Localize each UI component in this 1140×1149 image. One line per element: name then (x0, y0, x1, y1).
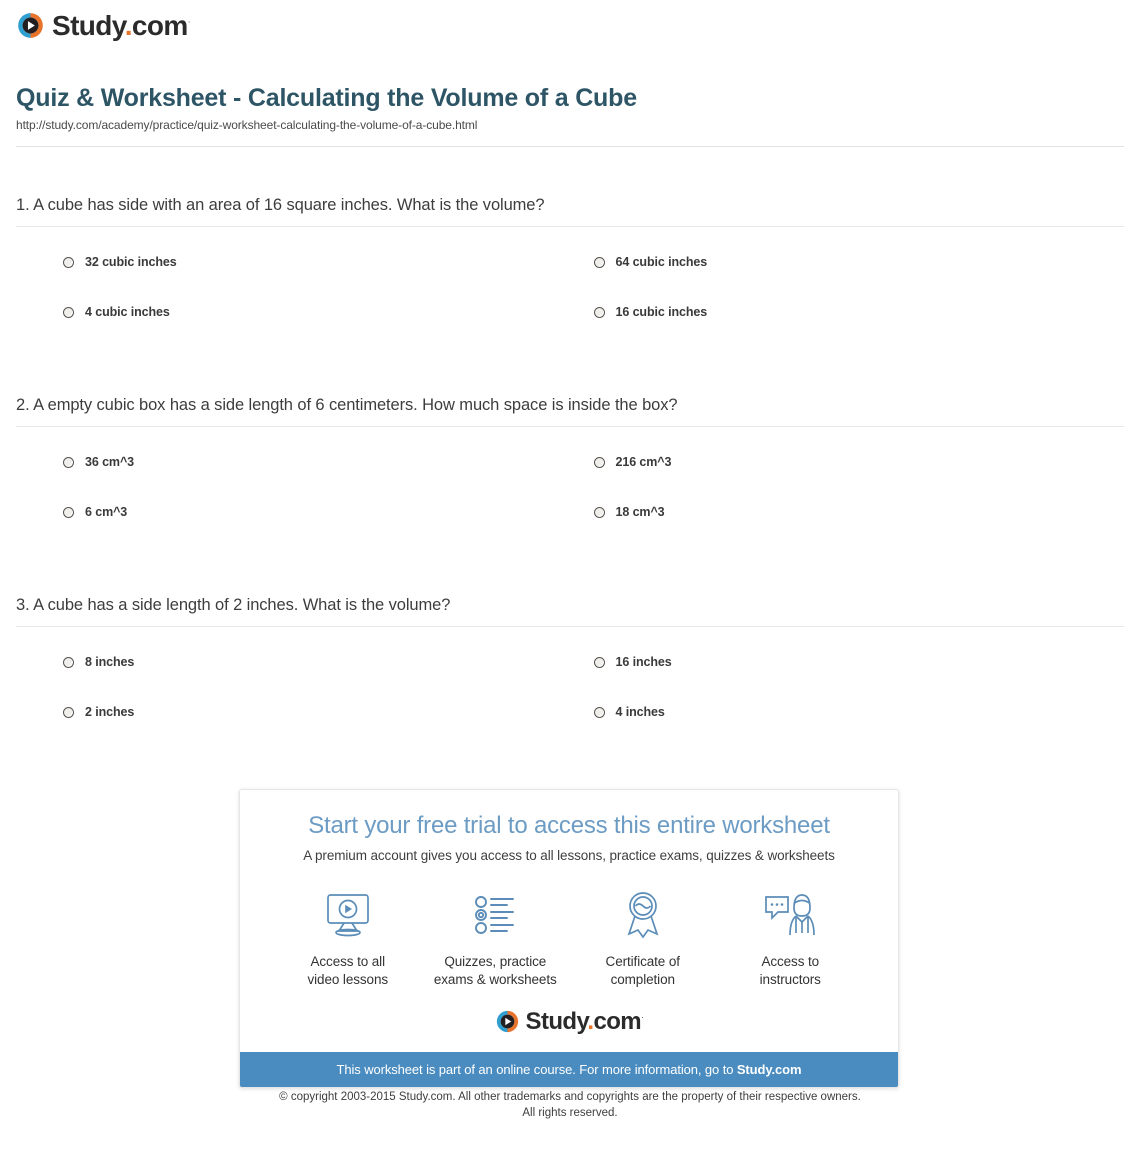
promo-feature: Access to instructors (717, 887, 865, 989)
answer-options: 36 cm^3 216 cm^3 6 cm^3 18 cm^3 (16, 427, 1124, 519)
radio-button-icon[interactable] (593, 306, 605, 318)
radio-button-icon[interactable] (593, 456, 605, 468)
question-block-2: 2. A empty cubic box has a side length o… (16, 396, 1124, 519)
page-url: http://study.com/academy/practice/quiz-w… (16, 118, 478, 132)
answer-option-label: 64 cubic inches (615, 255, 708, 269)
answer-option-label: 16 inches (615, 655, 672, 669)
checklist-icon (422, 887, 570, 943)
header-divider (16, 146, 1124, 147)
answer-option[interactable]: 36 cm^3 (63, 455, 594, 469)
feature-label-line2: instructors (759, 972, 821, 988)
answer-option[interactable]: 2 inches (63, 705, 594, 719)
promo-feature-label: Access to all video lessons (274, 953, 422, 989)
page-title: Quiz & Worksheet - Calculating the Volum… (16, 84, 637, 112)
radio-button-icon[interactable] (63, 456, 74, 468)
answer-option-label: 18 cm^3 (615, 505, 665, 519)
radio-button-icon[interactable] (63, 706, 74, 718)
radio-button-icon[interactable] (63, 256, 74, 268)
feature-label-line1: Access to all (310, 954, 386, 969)
promo-bar-text: This worksheet is part of an online cour… (336, 1062, 737, 1078)
answer-option-label: 36 cm^3 (85, 455, 134, 469)
answer-option[interactable]: 16 inches (593, 655, 1125, 669)
promo-feature-label: Certificate of completion (569, 953, 717, 989)
promo-headline: Start your free trial to access this ent… (308, 812, 830, 839)
answer-option-label: 8 inches (85, 655, 135, 669)
feature-label-line2: exams & worksheets (433, 972, 557, 988)
answer-options: 32 cubic inches 64 cubic inches 4 cubic … (16, 227, 1124, 319)
free-trial-promo-card: Start your free trial to access this ent… (239, 789, 899, 1089)
answer-option[interactable]: 4 cubic inches (63, 305, 594, 319)
radio-button-icon[interactable] (63, 506, 74, 518)
answer-option-label: 16 cubic inches (615, 305, 708, 319)
answer-option-label: 32 cubic inches (85, 255, 177, 269)
answer-option-label: 2 inches (85, 705, 135, 719)
radio-button-icon[interactable] (63, 306, 74, 318)
monitor-play-icon (274, 887, 422, 943)
feature-label-line1: Quizzes, practice (444, 954, 547, 969)
promo-subhead: A premium account gives you access to al… (303, 848, 835, 863)
promo-feature: Certificate of completion (569, 887, 717, 989)
logo-trademark: · (641, 1011, 644, 1022)
answer-option[interactable]: 216 cm^3 (593, 455, 1125, 469)
feature-label-line2: completion (610, 972, 675, 988)
radio-button-icon[interactable] (593, 706, 605, 718)
instructor-chat-icon (717, 887, 865, 943)
question-text: 3. A cube has a side length of 2 inches.… (16, 596, 451, 614)
study-play-logo-icon (496, 1011, 518, 1033)
promo-footer-bar[interactable]: This worksheet is part of an online cour… (240, 1052, 898, 1088)
logo-wordmark: Study.com· (525, 1007, 645, 1035)
logo-word-dot: . (124, 9, 133, 41)
question-block-1: 1. A cube has side with an area of 16 sq… (16, 196, 1124, 319)
logo-trademark: · (187, 16, 191, 27)
promo-card-logo: Study.com· (258, 1009, 880, 1034)
answer-option-label: 4 inches (615, 705, 665, 719)
site-logo[interactable]: Study.com· (16, 9, 191, 41)
question-text: 2. A empty cubic box has a side length o… (16, 396, 678, 414)
feature-label-line2: video lessons (307, 972, 389, 988)
feature-label-line1: Certificate of (605, 954, 680, 969)
answer-options: 8 inches 16 inches 2 inches 4 inches (16, 627, 1124, 719)
copyright-notice: © copyright 2003-2015 Study.com. All oth… (0, 1090, 1140, 1121)
logo-word-tld: com (593, 1007, 642, 1035)
promo-feature: Access to all video lessons (274, 887, 422, 989)
copyright-line-2: All rights reserved. (522, 1106, 618, 1119)
answer-option[interactable]: 4 inches (593, 705, 1125, 719)
logo-word-main: Study (52, 9, 125, 41)
answer-option[interactable]: 6 cm^3 (63, 505, 594, 519)
radio-button-icon[interactable] (593, 506, 605, 518)
logo-wordmark: Study.com· (52, 9, 191, 41)
radio-button-icon[interactable] (63, 656, 74, 668)
promo-feature-label: Access to instructors (717, 953, 865, 989)
answer-option[interactable]: 16 cubic inches (593, 305, 1125, 319)
promo-bar-link[interactable]: Study.com (737, 1062, 802, 1077)
answer-option-label: 6 cm^3 (85, 505, 128, 519)
logo-word-tld: com (131, 9, 188, 41)
answer-option-label: 4 cubic inches (85, 305, 170, 319)
radio-button-icon[interactable] (593, 656, 605, 668)
question-block-3: 3. A cube has a side length of 2 inches.… (16, 596, 1124, 719)
feature-label-line1: Access to (761, 954, 820, 969)
study-play-logo-icon (18, 13, 43, 38)
copyright-line-1: © copyright 2003-2015 Study.com. All oth… (279, 1091, 861, 1103)
promo-feature-list: Access to all video lessons Quizzes, pra… (258, 887, 880, 989)
answer-option[interactable]: 18 cm^3 (593, 505, 1125, 519)
answer-option[interactable]: 8 inches (63, 655, 594, 669)
question-text: 1. A cube has side with an area of 16 sq… (16, 196, 545, 214)
answer-option[interactable]: 64 cubic inches (593, 255, 1125, 269)
promo-feature-label: Quizzes, practice exams & worksheets (422, 953, 570, 989)
promo-feature: Quizzes, practice exams & worksheets (422, 887, 570, 989)
radio-button-icon[interactable] (593, 256, 605, 268)
award-ribbon-icon (569, 887, 717, 943)
answer-option-label: 216 cm^3 (615, 455, 672, 469)
logo-word-main: Study (525, 1007, 588, 1035)
page-header: Quiz & Worksheet - Calculating the Volum… (16, 84, 1124, 132)
answer-option[interactable]: 32 cubic inches (63, 255, 594, 269)
